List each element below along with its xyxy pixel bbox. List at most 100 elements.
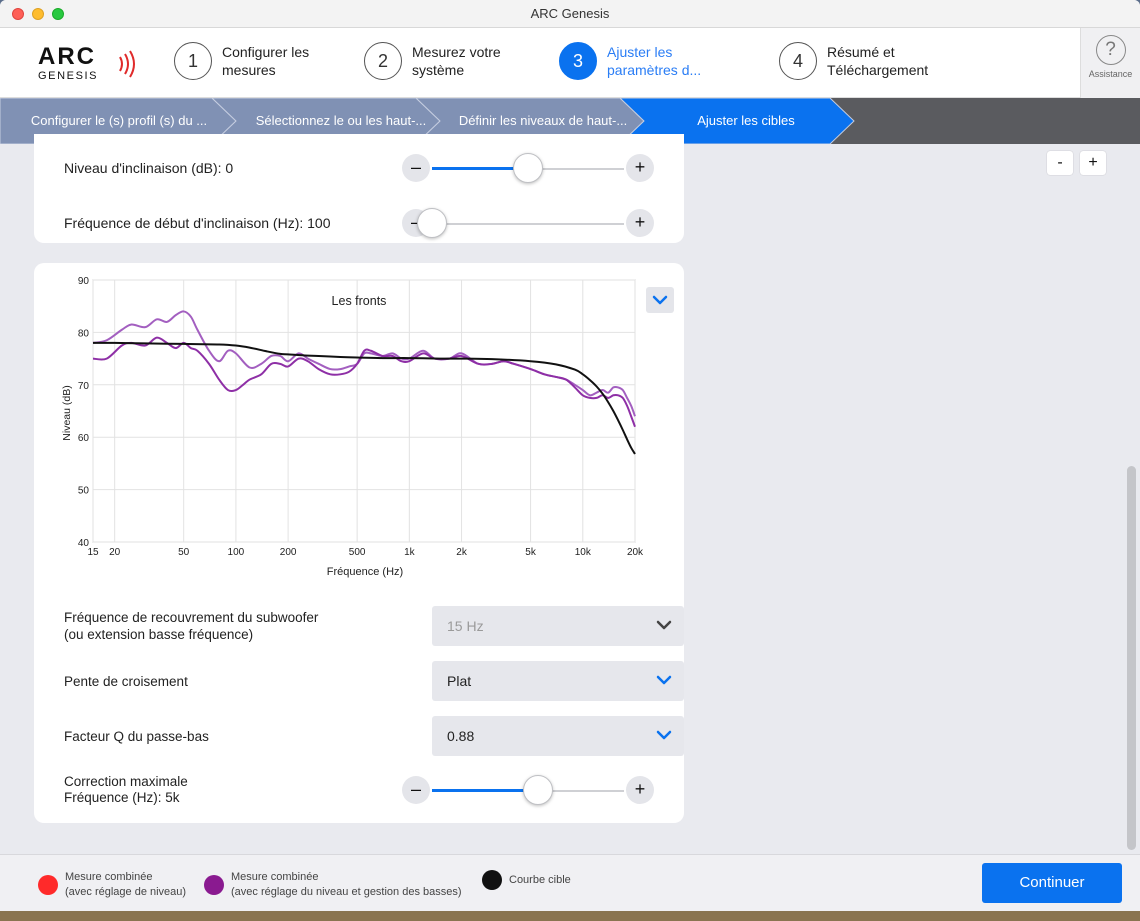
slope-label: Pente de croisement <box>64 674 188 689</box>
vertical-scrollbar[interactable] <box>1127 466 1136 850</box>
tilt-level-minus-button[interactable]: – <box>402 154 430 182</box>
legend-label: Courbe cible <box>509 873 571 886</box>
close-window-button[interactable] <box>12 8 24 20</box>
step-label: Résumé et Téléchargement <box>827 44 929 78</box>
step-number: 2 <box>364 42 402 80</box>
crossover-label: Fréquence de recouvrement du subwoofer (… <box>64 610 319 642</box>
assistance-button[interactable]: ? Assistance <box>1080 28 1140 98</box>
app-window: ARC Genesis ARC GENESIS 1 Configurer les… <box>0 0 1140 911</box>
legend-item-combined-level: Mesure combinée (avec réglage de niveau) <box>38 870 186 900</box>
chevron-down-icon <box>652 295 668 305</box>
tilt-level-label: Niveau d'inclinaison (dB): 0 <box>64 160 234 176</box>
tilt-freq-plus-button[interactable]: + <box>626 209 654 237</box>
x-tick-label: 50 <box>178 547 190 558</box>
frequency-response-chart: 15 20 50 100 200 500 1k 2k 5k 10k 20k405060708090 … <box>61 276 644 578</box>
chart-title: Les fronts <box>332 294 387 308</box>
zoom-window-button[interactable] <box>52 8 64 20</box>
footer-bar: Mesure combinée (avec réglage de niveau)… <box>0 854 1140 911</box>
x-tick-label: 2k <box>456 547 468 558</box>
chevron-down-icon <box>656 730 672 740</box>
max-correction-thumb[interactable] <box>522 775 553 805</box>
breadcrumb-label: Sélectionnez le ou les haut-... <box>255 113 427 128</box>
tilt-level-slider-row: Niveau d'inclinaison (dB): 0 – + <box>34 150 684 186</box>
chart-grid <box>92 279 636 543</box>
title-bar: ARC Genesis <box>0 0 1140 28</box>
continue-button[interactable]: Continuer <box>982 863 1122 903</box>
slope-value: Plat <box>447 673 472 689</box>
step-2[interactable]: 2 Mesurez votre système <box>364 42 522 80</box>
x-tick-label: 5k <box>525 547 537 558</box>
q-factor-label: Facteur Q du passe-bas <box>64 729 209 744</box>
x-tick-label: 20 <box>109 547 121 558</box>
x-tick-label: 200 <box>280 547 297 558</box>
crossover-value: 15 Hz <box>447 618 484 634</box>
legend-label: Mesure combinée (avec réglage du niveau … <box>231 871 462 898</box>
breadcrumb-label: Définir les niveaux de haut-... <box>458 113 628 128</box>
y-tick-label: 70 <box>78 381 90 392</box>
step-number: 4 <box>779 42 817 80</box>
step-number: 3 <box>559 42 597 80</box>
tilt-level-thumb[interactable] <box>513 153 543 183</box>
crossover-row: Fréquence de recouvrement du subwoofer (… <box>64 606 684 646</box>
y-tick-label: 90 <box>78 276 90 287</box>
step-bar: ARC GENESIS 1 Configurer les mesures 2 M… <box>0 28 1140 98</box>
chart-y-axis-label: Niveau (dB) <box>61 385 73 440</box>
plot-area <box>92 279 636 543</box>
step-label: Ajuster les paramètres d... <box>607 44 702 78</box>
target-curve-card: 15 20 50 100 200 500 1k 2k 5k 10k 20k 40 50 60 70 80 90 … <box>34 263 684 823</box>
y-tick-label: 80 <box>78 328 90 339</box>
x-tick-label: 15 <box>87 547 99 558</box>
window-title: ARC Genesis <box>530 6 610 21</box>
minimize-window-button[interactable] <box>32 8 44 20</box>
window-controls <box>12 8 64 20</box>
tilt-freq-track[interactable] <box>432 223 624 225</box>
legend-item-target: Courbe cible <box>482 870 571 890</box>
slope-row: Pente de croisement Plat <box>64 661 684 701</box>
slope-select[interactable]: Plat <box>432 661 684 701</box>
max-correction-fill <box>432 789 538 792</box>
legend-dot-purple <box>204 875 224 895</box>
arc-genesis-logo: ARC GENESIS <box>38 45 148 85</box>
tilt-freq-label: Fréquence de début d'inclinaison (Hz): 1… <box>64 215 331 231</box>
zoom-in-button[interactable]: + <box>1080 151 1106 175</box>
q-factor-row: Facteur Q du passe-bas 0.88 <box>64 716 684 756</box>
x-tick-label: 100 <box>228 547 245 558</box>
step-3[interactable]: 3 Ajuster les paramètres d... <box>559 42 717 80</box>
tilt-freq-thumb[interactable] <box>417 208 447 238</box>
main-content: Niveau d'inclinaison (dB): 0 – + Fréquen… <box>0 134 1140 854</box>
chart-options-toggle[interactable] <box>646 287 674 313</box>
x-tick-label: 1k <box>404 547 416 558</box>
max-correction-minus-button[interactable]: – <box>402 776 430 804</box>
q-factor-value: 0.88 <box>447 728 475 744</box>
x-tick-label: 10k <box>575 547 592 558</box>
q-factor-select[interactable]: 0.88 <box>432 716 684 756</box>
tilt-card: Niveau d'inclinaison (dB): 0 – + Fréquen… <box>34 134 684 243</box>
x-tick-label: 500 <box>349 547 366 558</box>
assistance-label: Assistance <box>1088 69 1133 79</box>
sound-waves-icon <box>119 50 135 78</box>
chevron-down-icon <box>656 620 672 630</box>
step-label: Mesurez votre système <box>412 44 501 78</box>
x-tick-label: 20k <box>627 547 644 558</box>
legend-dot-red <box>38 875 58 895</box>
max-correction-slider-row: Correction maximale Fréquence (Hz): 5k –… <box>34 772 684 808</box>
legend-item-combined-bass: Mesure combinée (avec réglage du niveau … <box>204 870 462 900</box>
step-4[interactable]: 4 Résumé et Téléchargement <box>779 42 937 80</box>
max-correction-label: Correction maximale Fréquence (Hz): 5k <box>64 774 188 805</box>
chevron-down-icon <box>656 675 672 685</box>
legend-label: Mesure combinée (avec réglage de niveau) <box>65 871 187 898</box>
tilt-level-plus-button[interactable]: + <box>626 154 654 182</box>
step-1[interactable]: 1 Configurer les mesures <box>174 42 332 80</box>
max-correction-plus-button[interactable]: + <box>626 776 654 804</box>
step-label: Configurer les mesures <box>222 44 310 78</box>
crossover-select[interactable]: 15 Hz <box>432 606 684 646</box>
breadcrumb-label: Configurer le (s) profil (s) du ... <box>30 113 208 128</box>
y-tick-label: 50 <box>78 486 90 497</box>
breadcrumb-label: Ajuster les cibles <box>697 113 795 128</box>
y-tick-label: 60 <box>78 433 90 444</box>
chart-x-axis-label: Fréquence (Hz) <box>327 566 403 578</box>
legend-dot-black <box>482 870 502 890</box>
y-tick-label: 40 <box>78 538 90 549</box>
zoom-out-button[interactable]: - <box>1047 151 1073 175</box>
step-number: 1 <box>174 42 212 80</box>
